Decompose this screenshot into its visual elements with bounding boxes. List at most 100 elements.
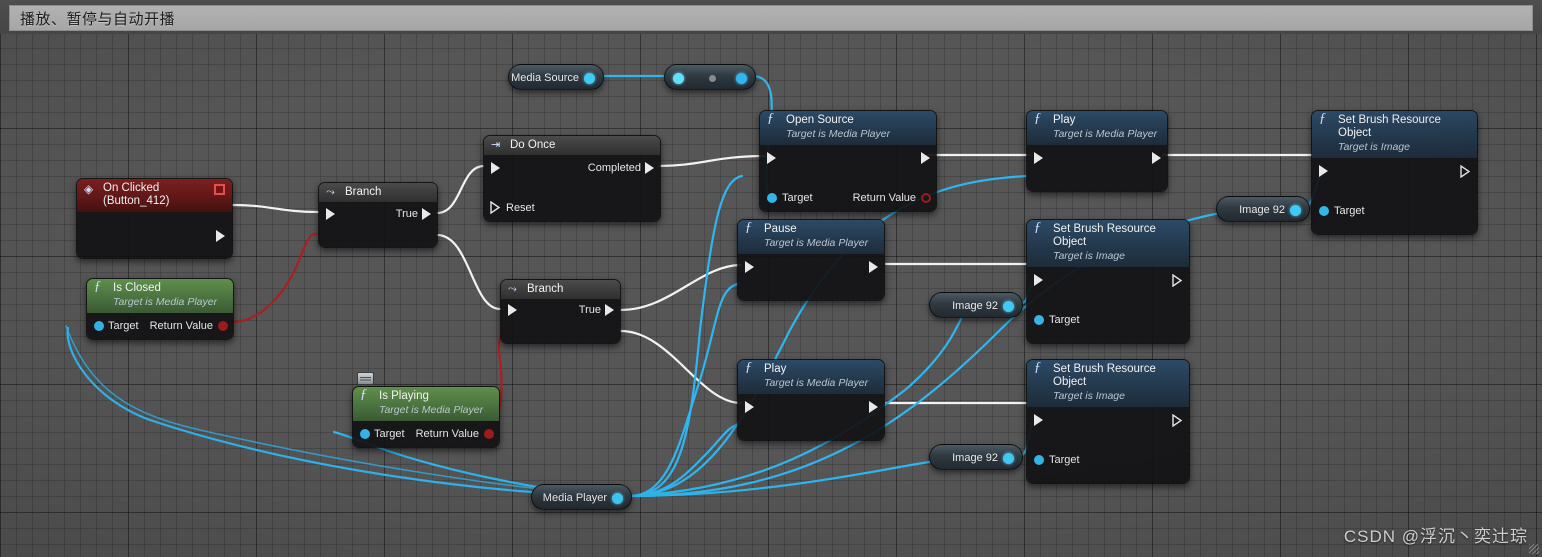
node-branch-top[interactable]: ⤳ Branch True Condition False [318,182,438,248]
node-is-playing[interactable]: ƒ Is Playing Target is Media Player Targ… [352,386,500,448]
node-play-top[interactable]: ƒ Play Target is Media Player Target Ret… [1026,110,1168,192]
pin-label-return-value: Return Value [149,320,213,332]
node-title: Branch [527,283,564,295]
exec-input-pin[interactable] [508,304,517,316]
node-pause[interactable]: ƒ Pause Target is Media Player Target Re… [737,219,885,301]
node-header: ƒ Set Brush Resource Object Target is Im… [1027,360,1189,407]
node-body: Target Return Value [738,394,884,440]
variable-node-image92-a[interactable]: Image 92 [1216,196,1310,222]
node-subtitle: Target is Media Player [764,377,869,389]
node-open-source[interactable]: ƒ Open Source Target is Media Player Tar… [759,110,937,212]
node-header: ◈ On Clicked (Button_412) [77,179,232,212]
node-header: ƒ Play Target is Media Player [1027,111,1167,145]
target-input-pin[interactable] [767,193,777,203]
variable-output-pin[interactable] [1003,301,1014,312]
variable-node-media-source[interactable]: Media Source [508,64,604,90]
resize-grip-icon[interactable] [1529,544,1539,554]
pin-label-return-value: Return Value [1084,188,1147,191]
event-delegate-pin[interactable] [214,184,225,195]
window-title-bar: 播放、暂停与自动开播 [0,0,1542,34]
pin-row-exec [738,257,884,277]
node-header: ƒ Is Playing Target is Media Player [353,387,499,421]
exec-input-pin[interactable] [1034,152,1043,164]
exec-output-pin[interactable] [1172,414,1183,427]
comment-bubble-icon[interactable] [357,372,374,385]
exec-input-reset-pin[interactable] [490,201,501,214]
function-f-icon: ƒ [1034,360,1041,375]
event-diamond-icon: ◈ [84,182,94,196]
target-input-pin[interactable] [1034,455,1044,465]
node-header: ƒ Is Closed Target is Media Player [87,279,233,313]
node-title: Open Source [786,114,854,126]
return-value-output-pin[interactable] [218,321,228,331]
pin-label-true: True [395,208,418,220]
reroute-knot-node[interactable] [664,64,756,90]
exec-output-pin[interactable] [869,401,878,413]
variable-node-media-player[interactable]: Media Player [531,484,632,510]
pin-row-target: Target [1312,201,1477,221]
pin-label-return-value: Return Value [801,437,864,440]
pin-row-target: Target Return Value [353,424,499,444]
variable-node-image92-b[interactable]: Image 92 [929,292,1023,318]
exec-input-pin[interactable] [1319,165,1328,177]
pin-label-target: Target [782,192,813,204]
exec-input-pin[interactable] [745,401,754,413]
exec-output-pin[interactable] [869,261,878,273]
exec-output-pin[interactable] [1152,152,1161,164]
node-subtitle: Target is Image [1053,250,1125,262]
return-value-output-pin[interactable] [484,429,494,439]
node-body: Target Return Value Media Source [760,145,936,211]
function-f-icon: ƒ [767,111,774,126]
do-once-icon: ⇥ [491,139,501,151]
node-set-brush-resource-object-3[interactable]: ƒ Set Brush Resource Object Target is Im… [1026,359,1190,484]
exec-input-pin[interactable] [326,208,335,220]
target-input-pin[interactable] [360,429,370,439]
pin-label-target: Target [374,428,405,440]
variable-label: Image 92 [1239,204,1285,216]
node-play-bottom[interactable]: ƒ Play Target is Media Player Target Ret… [737,359,885,441]
exec-input-pin[interactable] [745,261,754,273]
node-set-brush-resource-object-2[interactable]: ƒ Set Brush Resource Object Target is Im… [1026,219,1190,344]
pin-label-return-value: Return Value [415,428,479,440]
variable-node-image92-c[interactable]: Image 92 [929,444,1023,470]
node-title: Branch [345,186,382,198]
node-body: Target Return Value [353,421,499,447]
pin-row-condition-false: Condition False [501,340,620,343]
exec-output-completed-pin[interactable] [645,162,654,174]
pin-row-exec [1027,148,1167,168]
exec-input-pin[interactable] [491,162,500,174]
knot-input-pin[interactable] [673,73,684,84]
exec-output-pin[interactable] [1460,165,1471,178]
target-input-pin[interactable] [1034,315,1044,325]
exec-output-true-pin[interactable] [422,208,431,220]
node-header: ƒ Set Brush Resource Object Target is Im… [1312,111,1477,158]
node-set-brush-resource-object-1[interactable]: ƒ Set Brush Resource Object Target is Im… [1311,110,1478,235]
node-subtitle: Target is Media Player [764,237,869,249]
node-title: Is Playing [379,390,429,402]
exec-input-pin[interactable] [1034,414,1043,426]
exec-output-true-pin[interactable] [605,304,614,316]
return-value-output-pin[interactable] [921,193,931,203]
exec-input-pin[interactable] [1034,274,1043,286]
node-is-closed[interactable]: ƒ Is Closed Target is Media Player Targe… [86,278,234,340]
node-branch-bottom[interactable]: ⤳ Branch True Condition False [500,279,621,344]
pin-row-target: Target Return Value [87,316,233,336]
exec-output-pin[interactable] [216,230,225,242]
title-band [9,5,1533,31]
exec-input-pin[interactable] [767,152,776,164]
blueprint-editor-window: ◈ On Clicked (Button_412) ƒ Is Closed Ta… [0,0,1542,557]
variable-output-pin[interactable] [584,73,595,84]
target-input-pin[interactable] [1319,206,1329,216]
node-title: Is Closed [113,282,161,294]
target-input-pin[interactable] [94,321,104,331]
knot-output-pin[interactable] [736,73,747,84]
node-on-clicked-button-412[interactable]: ◈ On Clicked (Button_412) [76,178,233,259]
variable-output-pin[interactable] [1003,453,1014,464]
exec-output-pin[interactable] [1172,274,1183,287]
pin-label-condition: Condition [341,244,387,247]
variable-output-pin[interactable] [612,493,623,504]
exec-output-pin[interactable] [921,152,930,164]
variable-output-pin[interactable] [1290,205,1301,216]
node-do-once[interactable]: ⇥ Do Once Completed Reset Start Closed [483,135,661,222]
pin-label-target: Target [760,437,791,440]
